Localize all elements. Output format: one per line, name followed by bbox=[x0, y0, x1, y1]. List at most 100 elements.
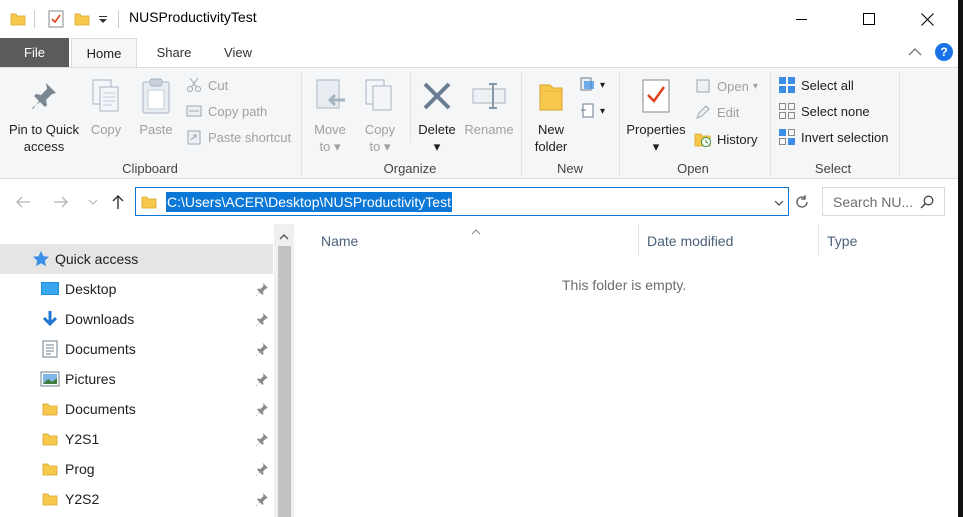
help-icon[interactable]: ? bbox=[935, 43, 953, 61]
pin-icon[interactable] bbox=[255, 462, 269, 476]
select-none-icon bbox=[778, 102, 796, 120]
divider bbox=[770, 72, 771, 176]
copy-button[interactable]: Copy bbox=[86, 74, 126, 138]
move-to-icon bbox=[310, 74, 350, 118]
paste-button[interactable]: Paste bbox=[134, 74, 178, 138]
navigation-bar: C:\Users\ACER\Desktop\NUSProductivityTes… bbox=[0, 180, 963, 224]
sidebar-item-desktop[interactable]: Desktop bbox=[0, 274, 273, 304]
new-folder-button[interactable]: New folder bbox=[528, 74, 574, 155]
group-label-open: Open bbox=[677, 161, 709, 176]
column-divider[interactable] bbox=[638, 224, 639, 256]
copy-path-icon bbox=[185, 102, 203, 120]
delete-button[interactable]: Delete ▾ bbox=[416, 74, 458, 155]
chevron-down-icon: ▾ bbox=[652, 139, 660, 154]
documents-icon bbox=[40, 340, 60, 358]
divider bbox=[521, 72, 522, 176]
tab-home[interactable]: Home bbox=[71, 38, 137, 68]
title-bar: NUSProductivityTest bbox=[0, 0, 963, 38]
recent-locations-chevron-icon[interactable] bbox=[82, 191, 104, 213]
history-icon bbox=[694, 130, 712, 148]
column-header-type[interactable]: Type bbox=[827, 230, 857, 252]
divider bbox=[899, 72, 900, 176]
column-divider[interactable] bbox=[818, 224, 819, 256]
invert-selection-button[interactable]: Invert selection bbox=[778, 126, 888, 148]
divider bbox=[410, 72, 411, 142]
rename-button[interactable]: Rename bbox=[464, 74, 514, 138]
column-header-name[interactable]: Name bbox=[321, 230, 358, 252]
address-path[interactable]: C:\Users\ACER\Desktop\NUSProductivityTes… bbox=[166, 191, 452, 212]
copy-icon bbox=[86, 74, 126, 118]
sidebar-item-y2s1[interactable]: Y2S1 bbox=[0, 424, 273, 454]
minimize-button[interactable] bbox=[779, 0, 825, 38]
pin-icon[interactable] bbox=[255, 312, 269, 326]
up-arrow-icon[interactable] bbox=[107, 191, 129, 213]
divider bbox=[34, 10, 35, 28]
select-none-button[interactable]: Select none bbox=[778, 100, 870, 122]
move-to-button[interactable]: Move to ▾ bbox=[309, 74, 351, 155]
scroll-up-arrow-icon[interactable] bbox=[279, 230, 289, 244]
desktop-icon bbox=[40, 280, 60, 298]
folder-icon bbox=[40, 490, 60, 508]
edit-button[interactable]: Edit bbox=[694, 101, 739, 123]
back-arrow-icon[interactable] bbox=[12, 191, 34, 213]
tab-view[interactable]: View bbox=[212, 38, 264, 67]
tab-file[interactable]: File bbox=[0, 38, 69, 67]
group-label-new: New bbox=[556, 161, 583, 176]
customize-toolbar-icon[interactable] bbox=[98, 9, 108, 29]
properties-button[interactable]: Properties ▾ bbox=[624, 74, 688, 155]
nav-pane-scrollbar[interactable] bbox=[274, 224, 294, 517]
ribbon: Pin to Quick access Copy Paste Cut Copy … bbox=[0, 67, 963, 179]
pin-icon[interactable] bbox=[255, 372, 269, 386]
new-folder-quick-icon[interactable] bbox=[74, 9, 90, 29]
sidebar-item-pictures[interactable]: Pictures bbox=[0, 364, 273, 394]
column-header-date-modified[interactable]: Date modified bbox=[647, 230, 733, 252]
sidebar-item-documents-folder[interactable]: Documents bbox=[0, 394, 273, 424]
history-button[interactable]: History bbox=[694, 128, 757, 150]
properties-quick-icon[interactable] bbox=[48, 9, 64, 29]
folder-icon bbox=[40, 430, 60, 448]
maximize-button[interactable] bbox=[846, 0, 892, 38]
delete-x-icon bbox=[417, 74, 457, 118]
sidebar-item-documents[interactable]: Documents bbox=[0, 334, 273, 364]
sidebar-item-downloads[interactable]: Downloads bbox=[0, 304, 273, 334]
easy-access-button[interactable]: ▾ bbox=[580, 100, 605, 122]
open-button[interactable]: Open ▾ bbox=[694, 75, 758, 97]
refresh-icon[interactable] bbox=[791, 191, 813, 213]
folder-icon bbox=[40, 460, 60, 478]
folder-icon bbox=[40, 400, 60, 418]
copy-path-button[interactable]: Copy path bbox=[185, 100, 267, 122]
scrollbar-thumb[interactable] bbox=[278, 246, 291, 517]
group-label-clipboard: Clipboard bbox=[122, 161, 178, 176]
select-all-icon bbox=[778, 76, 796, 94]
divider bbox=[619, 72, 620, 176]
new-item-button[interactable]: ▾ bbox=[580, 74, 605, 96]
pin-to-quick-access-button[interactable]: Pin to Quick access bbox=[6, 74, 82, 155]
divider bbox=[301, 72, 302, 176]
chevron-down-icon: ▾ bbox=[600, 105, 606, 117]
chevron-down-icon: ▾ bbox=[433, 139, 441, 154]
cut-button[interactable]: Cut bbox=[185, 74, 228, 96]
sidebar-item-y2s2[interactable]: Y2S2 bbox=[0, 484, 273, 514]
pin-icon[interactable] bbox=[255, 342, 269, 356]
group-label-select: Select bbox=[814, 161, 852, 176]
tab-share[interactable]: Share bbox=[148, 38, 200, 67]
chevron-down-icon[interactable] bbox=[774, 196, 784, 210]
ribbon-tabs: File Home Share View ? bbox=[0, 38, 963, 68]
pin-icon[interactable] bbox=[255, 402, 269, 416]
star-icon bbox=[31, 250, 51, 268]
collapse-ribbon-icon[interactable] bbox=[908, 46, 922, 60]
paste-shortcut-button[interactable]: Paste shortcut bbox=[185, 126, 291, 148]
pin-icon[interactable] bbox=[255, 282, 269, 296]
group-label-organize: Organize bbox=[383, 161, 437, 176]
search-input[interactable]: Search NU... bbox=[822, 187, 945, 216]
sidebar-item-quick-access[interactable]: Quick access bbox=[0, 244, 273, 274]
copy-to-button[interactable]: Copy to ▾ bbox=[359, 74, 401, 155]
pin-icon[interactable] bbox=[255, 432, 269, 446]
sidebar-item-prog[interactable]: Prog bbox=[0, 454, 273, 484]
search-icon bbox=[920, 195, 934, 212]
close-button[interactable] bbox=[904, 0, 950, 38]
select-all-button[interactable]: Select all bbox=[778, 74, 854, 96]
address-bar[interactable]: C:\Users\ACER\Desktop\NUSProductivityTes… bbox=[135, 187, 789, 216]
forward-arrow-icon[interactable] bbox=[50, 191, 72, 213]
pin-icon[interactable] bbox=[255, 492, 269, 506]
